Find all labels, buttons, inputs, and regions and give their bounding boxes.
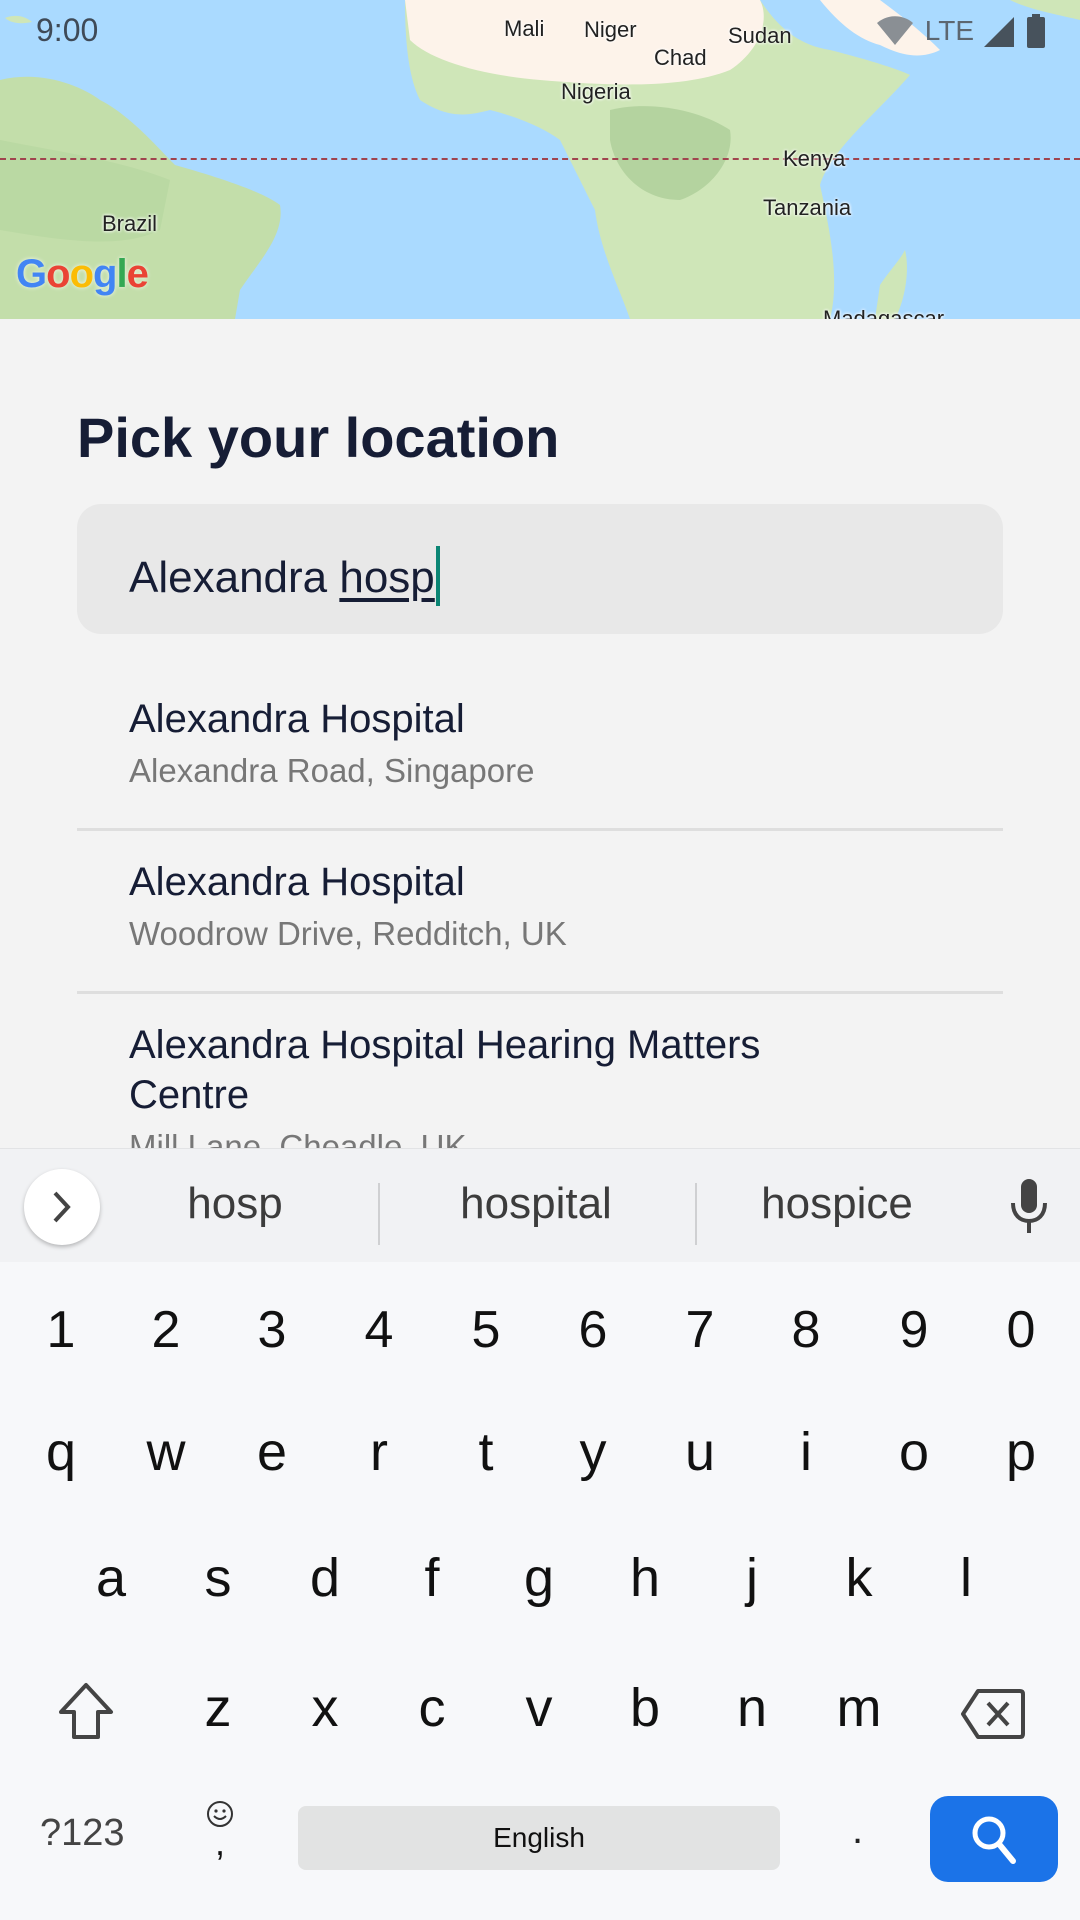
- key[interactable]: v: [526, 1681, 553, 1735]
- key[interactable]: t: [478, 1425, 493, 1479]
- google-logo: Google: [16, 252, 149, 296]
- result-subtitle: Alexandra Road, Singapore: [129, 752, 535, 789]
- key[interactable]: f: [424, 1551, 439, 1605]
- key[interactable]: p: [1006, 1425, 1036, 1479]
- key[interactable]: r: [370, 1425, 388, 1479]
- text-caret: [435, 546, 440, 606]
- key[interactable]: s: [205, 1551, 232, 1605]
- backspace-key[interactable]: [960, 1688, 1026, 1745]
- key[interactable]: u: [685, 1425, 715, 1479]
- suggestion-strip: hosp hospital hospice: [0, 1148, 1080, 1262]
- result-title: Alexandra Hospital Hearing Matters Centr…: [129, 1023, 761, 1117]
- space-key[interactable]: English: [298, 1806, 780, 1870]
- search-results-list[interactable]: Alexandra Hospital Alexandra Road, Singa…: [77, 668, 1003, 1148]
- suggestion-1[interactable]: hosp: [187, 1179, 282, 1229]
- key[interactable]: 5: [472, 1304, 501, 1356]
- keyboard-expand-button[interactable]: [24, 1169, 100, 1245]
- network-type: LTE: [924, 15, 974, 46]
- key[interactable]: e: [257, 1425, 287, 1479]
- key[interactable]: 2: [152, 1304, 181, 1356]
- key[interactable]: z: [205, 1681, 232, 1735]
- key[interactable]: 6: [579, 1304, 608, 1356]
- key[interactable]: b: [630, 1681, 660, 1735]
- signal-icon: [984, 17, 1014, 47]
- suggestion-divider: [378, 1183, 380, 1245]
- key[interactable]: g: [524, 1551, 554, 1605]
- location-search-input[interactable]: Alexandra hosp: [77, 504, 1003, 634]
- key[interactable]: c: [419, 1681, 446, 1735]
- key[interactable]: k: [846, 1551, 873, 1605]
- key[interactable]: j: [746, 1551, 758, 1605]
- microphone-icon[interactable]: [1006, 1179, 1052, 1235]
- key[interactable]: 9: [900, 1304, 929, 1356]
- search-input-composing-text: hosp: [339, 553, 435, 602]
- key[interactable]: d: [310, 1551, 340, 1605]
- map-label-madagascar: Madagascar: [823, 306, 945, 319]
- suggestion-divider: [695, 1183, 697, 1245]
- key[interactable]: 0: [1007, 1304, 1036, 1356]
- space-key-label: English: [493, 1822, 585, 1853]
- shift-icon: [59, 1683, 113, 1739]
- search-input-committed-text: Alexandra: [129, 553, 340, 602]
- status-time: 9:00: [36, 12, 99, 48]
- equator-line: [0, 158, 1080, 160]
- chevron-right-icon: [53, 1191, 71, 1223]
- key[interactable]: o: [899, 1425, 929, 1479]
- search-icon: [972, 1816, 1016, 1864]
- result-title: Alexandra Hospital: [129, 697, 465, 741]
- result-item[interactable]: Alexandra Hospital Woodrow Drive, Reddit…: [77, 831, 1003, 994]
- comma-emoji-key[interactable]: ,: [206, 1800, 234, 1863]
- key[interactable]: 8: [792, 1304, 821, 1356]
- suggestion-2[interactable]: hospital: [460, 1179, 612, 1229]
- page-title: Pick your location: [77, 406, 560, 469]
- map-label-nigeria: Nigeria: [561, 79, 631, 104]
- period-key[interactable]: .: [852, 1808, 863, 1853]
- key[interactable]: w: [147, 1425, 186, 1479]
- key[interactable]: h: [630, 1551, 660, 1605]
- status-bar: 9:00 LTE: [0, 0, 1080, 60]
- shift-key[interactable]: [56, 1682, 116, 1745]
- result-title: Alexandra Hospital: [129, 860, 465, 904]
- key[interactable]: i: [800, 1425, 812, 1479]
- result-subtitle: Mill Lane, Cheadle, UK: [129, 1128, 467, 1148]
- backspace-icon: [961, 1689, 1025, 1739]
- key[interactable]: 7: [686, 1304, 715, 1356]
- key[interactable]: n: [737, 1681, 767, 1735]
- key[interactable]: 1: [47, 1304, 76, 1356]
- map-label-kenya: Kenya: [783, 146, 846, 171]
- key[interactable]: 4: [365, 1304, 394, 1356]
- key[interactable]: q: [46, 1425, 76, 1479]
- wifi-icon: [876, 16, 913, 45]
- key[interactable]: x: [312, 1681, 339, 1735]
- map-label-brazil: Brazil: [102, 211, 158, 236]
- comma-label: ,: [214, 1822, 225, 1863]
- key[interactable]: a: [96, 1551, 126, 1605]
- result-subtitle: Woodrow Drive, Redditch, UK: [129, 915, 567, 952]
- symbols-key[interactable]: ?123: [40, 1812, 125, 1855]
- keyboard-search-button[interactable]: [930, 1796, 1058, 1882]
- result-item[interactable]: Alexandra Hospital Hearing Matters Centr…: [77, 994, 1003, 1148]
- key[interactable]: 3: [258, 1304, 287, 1356]
- result-item[interactable]: Alexandra Hospital Alexandra Road, Singa…: [77, 668, 1003, 831]
- suggestion-3[interactable]: hospice: [761, 1179, 913, 1229]
- key[interactable]: m: [837, 1681, 882, 1735]
- battery-icon: [1027, 14, 1045, 48]
- map-label-tanzania: Tanzania: [763, 195, 852, 220]
- soft-keyboard: hosp hospital hospice: [0, 1148, 1080, 1920]
- key[interactable]: l: [960, 1551, 972, 1605]
- key[interactable]: y: [580, 1425, 607, 1479]
